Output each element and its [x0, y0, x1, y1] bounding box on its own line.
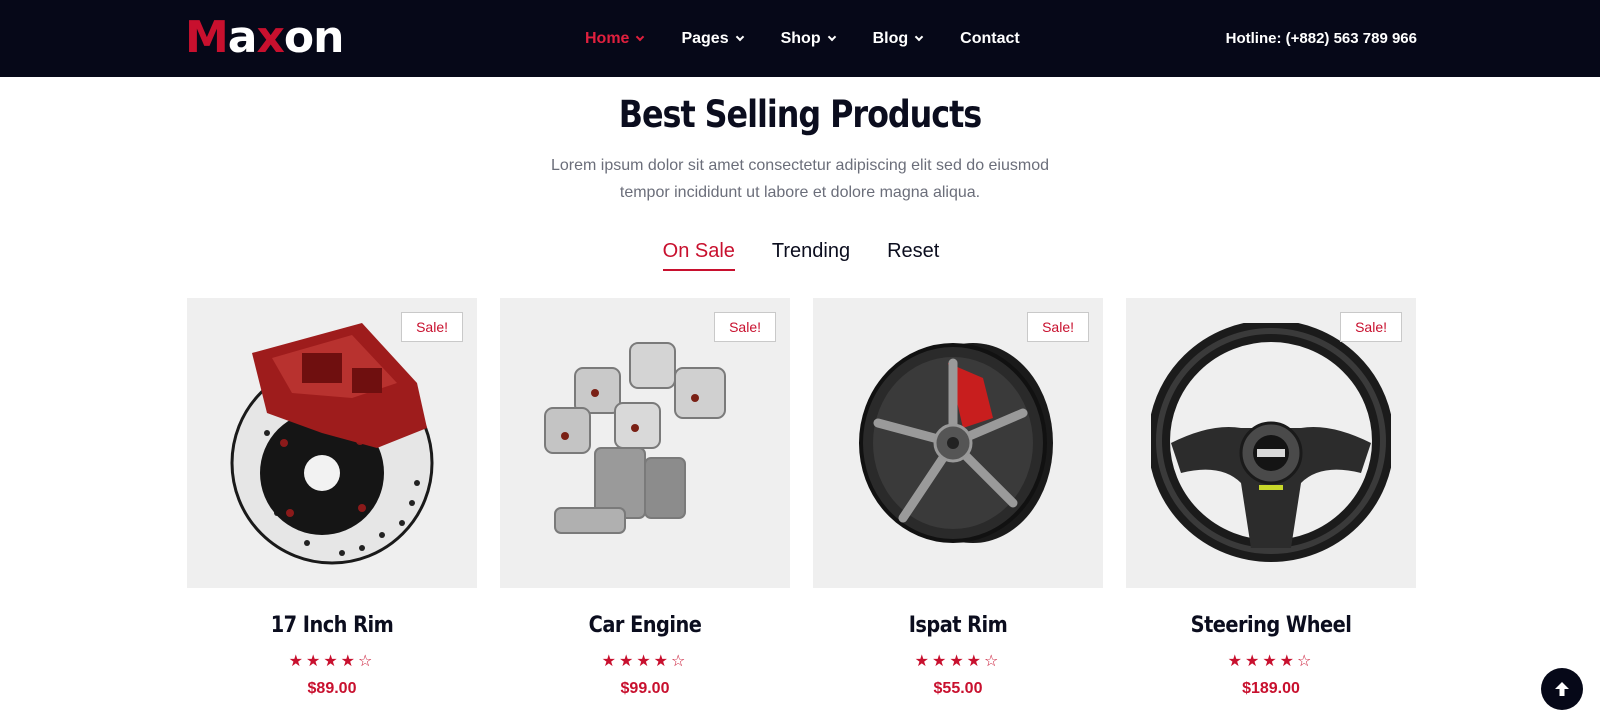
product-name[interactable]: Car Engine [517, 613, 772, 638]
nav-label: Contact [960, 29, 1020, 47]
product-image[interactable]: Sale! [813, 298, 1103, 588]
logo-letter-a: a [227, 12, 258, 63]
chevron-down-icon [827, 32, 836, 41]
nav-item-blog[interactable]: Blog [872, 29, 924, 48]
nav-item-contact[interactable]: Contact [960, 30, 1020, 48]
site-header: Maxon Home Pages Shop Blog Contact Hotli… [0, 0, 1600, 77]
rating-stars: ★★★★☆ [1227, 653, 1315, 670]
nav-label: Pages [681, 29, 729, 47]
back-to-top-button[interactable] [1541, 668, 1583, 710]
tab-reset[interactable]: Reset [887, 240, 939, 271]
logo[interactable]: Maxon [185, 10, 345, 66]
product-image[interactable]: Sale! [500, 298, 790, 588]
chevron-down-icon [914, 32, 924, 41]
nav-item-shop[interactable]: Shop [780, 29, 836, 48]
product-tabs: On Sale Trending Reset [0, 240, 1600, 271]
product-grid: Sale! 17 Inch Rim ★★★★☆ $89.00 Sale! Car… [187, 298, 1416, 698]
steering-wheel-icon [1151, 323, 1391, 562]
subtitle-line: tempor incididunt ut labore et dolore ma… [619, 184, 981, 201]
arrow-up-icon [1555, 682, 1569, 696]
sale-badge: Sale! [1340, 312, 1402, 342]
nav-label: Blog [872, 29, 909, 47]
product-card[interactable]: Sale! Steering Wheel ★★★★☆ $189.00 [1126, 298, 1416, 698]
logo-letter-m: M [185, 12, 229, 63]
chevron-down-icon [735, 32, 744, 41]
product-image[interactable]: Sale! [1126, 298, 1416, 588]
product-price: $99.00 [620, 680, 670, 697]
sale-badge: Sale! [714, 312, 776, 342]
section-title: Best Selling Products [618, 93, 982, 136]
nav-label: Shop [780, 29, 821, 47]
nav-label: Home [585, 29, 630, 47]
product-name[interactable]: 17 Inch Rim [204, 613, 459, 638]
rating-stars: ★★★★☆ [601, 653, 689, 670]
engine-pistons-icon [544, 342, 726, 534]
sale-badge: Sale! [401, 312, 463, 342]
alloy-rim-icon [859, 343, 1053, 543]
chevron-down-icon [636, 32, 645, 41]
tab-on-sale[interactable]: On Sale [662, 240, 735, 271]
product-price: $89.00 [307, 680, 357, 697]
hotline[interactable]: Hotline: (+882) 563 789 966 [1226, 0, 1417, 77]
subtitle-line: Lorem ipsum dolor sit amet consectetur a… [550, 157, 1050, 174]
logo-letter-x: x [256, 12, 285, 63]
rating-stars: ★★★★☆ [914, 653, 1002, 670]
product-name[interactable]: Ispat Rim [830, 613, 1085, 638]
section-subtitle: Lorem ipsum dolor sit amet consectetur a… [500, 152, 1100, 206]
product-image[interactable]: Sale! [187, 298, 477, 588]
main-nav: Home Pages Shop Blog Contact [585, 0, 1058, 77]
nav-item-home[interactable]: Home [585, 29, 645, 48]
product-price: $189.00 [1242, 680, 1300, 697]
rating-stars: ★★★★☆ [288, 653, 376, 670]
product-card[interactable]: Sale! Car Engine ★★★★☆ $99.00 [500, 298, 790, 698]
product-card[interactable]: Sale! 17 Inch Rim ★★★★☆ $89.00 [187, 298, 477, 698]
sale-badge: Sale! [1027, 312, 1089, 342]
product-name[interactable]: Steering Wheel [1143, 613, 1398, 638]
tab-trending[interactable]: Trending [772, 240, 850, 271]
product-card[interactable]: Sale! Ispat Rim ★★★★☆ $55.00 [813, 298, 1103, 698]
logo-letters-on: on [283, 12, 345, 63]
nav-item-pages[interactable]: Pages [681, 29, 744, 48]
brake-disc-icon [230, 323, 434, 565]
product-price: $55.00 [933, 680, 983, 697]
